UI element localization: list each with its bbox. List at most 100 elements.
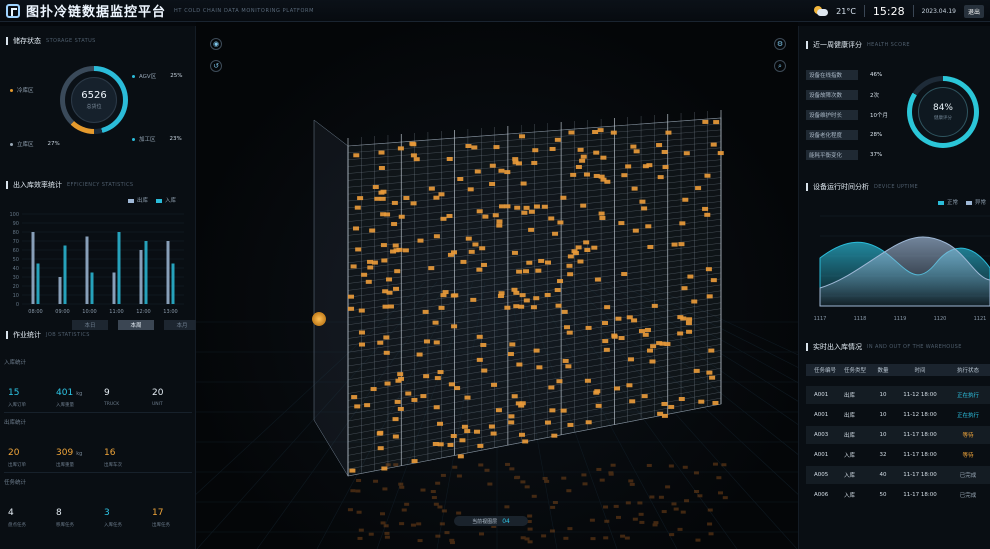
table-cell-id: A001 bbox=[814, 412, 829, 418]
table-cell-status: 已完成 bbox=[959, 493, 977, 499]
warehouse-3d-view[interactable]: ◉ ↺ ⚙ ⌕ bbox=[196, 22, 798, 549]
table-cell-status: 等待 bbox=[962, 453, 974, 459]
bar-out bbox=[58, 277, 62, 304]
top-header: 图扑冷链数据监控平台 HT COLD CHAIN DATA MONITORING… bbox=[0, 0, 990, 22]
table-cell-time: 11-17 18:00 bbox=[903, 492, 937, 498]
device-section-title: 设备运行时间分析 DEVICE UPTIME bbox=[806, 182, 918, 192]
divider bbox=[912, 5, 914, 17]
tab-month[interactable]: 本月 bbox=[164, 320, 200, 330]
search-icon[interactable]: ⌕ bbox=[774, 60, 786, 72]
health-metric-row: 设备故障次数 2次 bbox=[806, 90, 879, 100]
table-row[interactable]: A005 入库 40 11-17 18:00 已完成 bbox=[806, 466, 990, 484]
bar-out bbox=[31, 232, 35, 304]
storage-section-title: 储存状态 STORAGE STATUS bbox=[6, 36, 96, 46]
health-metric-row: 设备老化程度 28% bbox=[806, 130, 882, 140]
tab-week[interactable]: 本周 bbox=[118, 320, 154, 330]
table-cell-status: 正在执行 bbox=[956, 413, 979, 419]
stat-label: 出库任务 bbox=[152, 523, 170, 528]
metric-label: 设备在线指数 bbox=[806, 70, 858, 80]
x-tick-label: 09:00 bbox=[55, 309, 69, 315]
logout-button[interactable]: 退出 bbox=[963, 4, 984, 18]
bar-in bbox=[90, 272, 94, 304]
y-tick-label: 60 bbox=[13, 248, 19, 254]
metric-value: 2次 bbox=[870, 93, 879, 99]
y-tick-label: 70 bbox=[13, 239, 19, 245]
stat-item: 17 出库任务 bbox=[152, 500, 170, 528]
stat-value: 8 bbox=[56, 508, 62, 518]
metric-value: 46% bbox=[870, 72, 883, 78]
metric-label: 能耗平衡变化 bbox=[806, 150, 858, 160]
stat-item: 3 入库任务 bbox=[104, 500, 122, 528]
table-cell-type: 出库 bbox=[844, 433, 856, 439]
stat-value: 15 bbox=[8, 388, 20, 398]
table-row[interactable]: A001 出库 10 11-12 18:00 正在执行 bbox=[806, 386, 990, 404]
table-cell-type: 出库 bbox=[844, 393, 856, 399]
tab-day[interactable]: 本日 bbox=[72, 320, 108, 330]
y-tick-label: 10 bbox=[13, 293, 19, 299]
bar-out bbox=[85, 236, 89, 304]
logo-icon bbox=[6, 3, 20, 18]
stat-unit: kg bbox=[76, 451, 83, 457]
x-tick-label: 1117 bbox=[814, 316, 827, 322]
clock-date: 2023.04.19 bbox=[921, 7, 956, 15]
table-cell-time: 11-17 18:00 bbox=[903, 472, 937, 478]
bar-in bbox=[63, 245, 67, 304]
metric-value: 28% bbox=[870, 132, 883, 138]
table-cell-id: A005 bbox=[814, 472, 829, 478]
table-cell-time: 11-12 18:00 bbox=[903, 392, 937, 398]
realtime-section-title: 实时出入库情况 IN AND OUT OF THE WAREHOUSE bbox=[806, 342, 962, 352]
eye-icon[interactable]: ◉ bbox=[210, 38, 222, 50]
stat-item: 20 UNIT bbox=[152, 380, 166, 407]
table-row[interactable]: A001 出库 10 11-12 18:00 正在执行 bbox=[806, 406, 990, 424]
storage-donut-chart: 6526 总货位 bbox=[60, 66, 128, 134]
header-status: 21°C 15:28 2023.04.19 退出 bbox=[814, 0, 984, 22]
stat-value: 16 bbox=[104, 448, 116, 458]
table-cell-type: 入库 bbox=[844, 493, 856, 499]
y-tick-label: 20 bbox=[13, 284, 19, 290]
y-tick-label: 90 bbox=[13, 221, 19, 227]
health-metric-row: 设备在线指数 46% bbox=[806, 70, 882, 80]
stat-label: 出库重量 bbox=[56, 463, 74, 468]
bar-in bbox=[117, 232, 121, 304]
period-tabs: 本日 本周 本月 bbox=[72, 320, 200, 330]
stat-item: 16 出库车次 bbox=[104, 440, 122, 468]
storage-total-value: 6526 bbox=[81, 90, 107, 101]
floor-indicator[interactable]: 当前视图层 04 bbox=[454, 516, 528, 526]
settings-icon[interactable]: ⚙ bbox=[774, 38, 786, 50]
stat-value: 401 bbox=[56, 388, 74, 398]
stat-label: 入库重量 bbox=[56, 403, 74, 408]
bar-out bbox=[166, 241, 170, 304]
efficiency-section-title: 出入库效率统计 EFFICIENCY STATISTICS bbox=[6, 180, 133, 190]
legend-item-agv: AGV区 25% bbox=[132, 72, 182, 80]
stat-group-title: 任务统计 bbox=[4, 480, 27, 486]
x-tick-label: 13:00 bbox=[163, 309, 177, 315]
hotspot-marker[interactable] bbox=[312, 312, 326, 326]
table-cell-id: A003 bbox=[814, 432, 829, 438]
x-tick-label: 08:00 bbox=[28, 309, 42, 315]
bar-in bbox=[171, 263, 175, 304]
stat-unit: kg bbox=[76, 391, 83, 397]
y-tick-label: 100 bbox=[9, 212, 19, 218]
divider bbox=[4, 412, 192, 413]
table-cell-id: A006 bbox=[814, 492, 829, 498]
metric-label: 设备老化程度 bbox=[806, 130, 858, 140]
table-cell-id: A001 bbox=[814, 452, 829, 458]
stat-group-title: 出库统计 bbox=[4, 420, 27, 426]
reset-view-icon[interactable]: ↺ bbox=[210, 60, 222, 72]
stat-value: 20 bbox=[152, 388, 164, 398]
x-tick-label: 10:00 bbox=[82, 309, 96, 315]
temperature: 21°C bbox=[836, 6, 856, 16]
rack-scene bbox=[196, 110, 798, 549]
table-row[interactable]: A003 出库 10 11-17 18:00 等待 bbox=[806, 426, 990, 444]
health-metric-row: 设备维护时长 10个月 bbox=[806, 110, 888, 120]
table-row[interactable]: A006 入库 50 11-17 18:00 已完成 bbox=[806, 486, 990, 504]
x-tick-label: 1119 bbox=[894, 316, 907, 322]
divider bbox=[863, 5, 865, 17]
health-section-title: 近一周健康评分 HEALTH SCORE bbox=[806, 40, 910, 50]
table-cell-status: 正在执行 bbox=[956, 393, 979, 399]
table-row[interactable]: A001 入库 32 11-17 18:00 等待 bbox=[806, 446, 990, 464]
device-legend: 正常 异常 bbox=[938, 198, 986, 206]
storage-total-label: 总货位 bbox=[86, 104, 102, 110]
health-metric-row: 能耗平衡变化 37% bbox=[806, 150, 882, 160]
stat-value: 3 bbox=[104, 508, 110, 518]
